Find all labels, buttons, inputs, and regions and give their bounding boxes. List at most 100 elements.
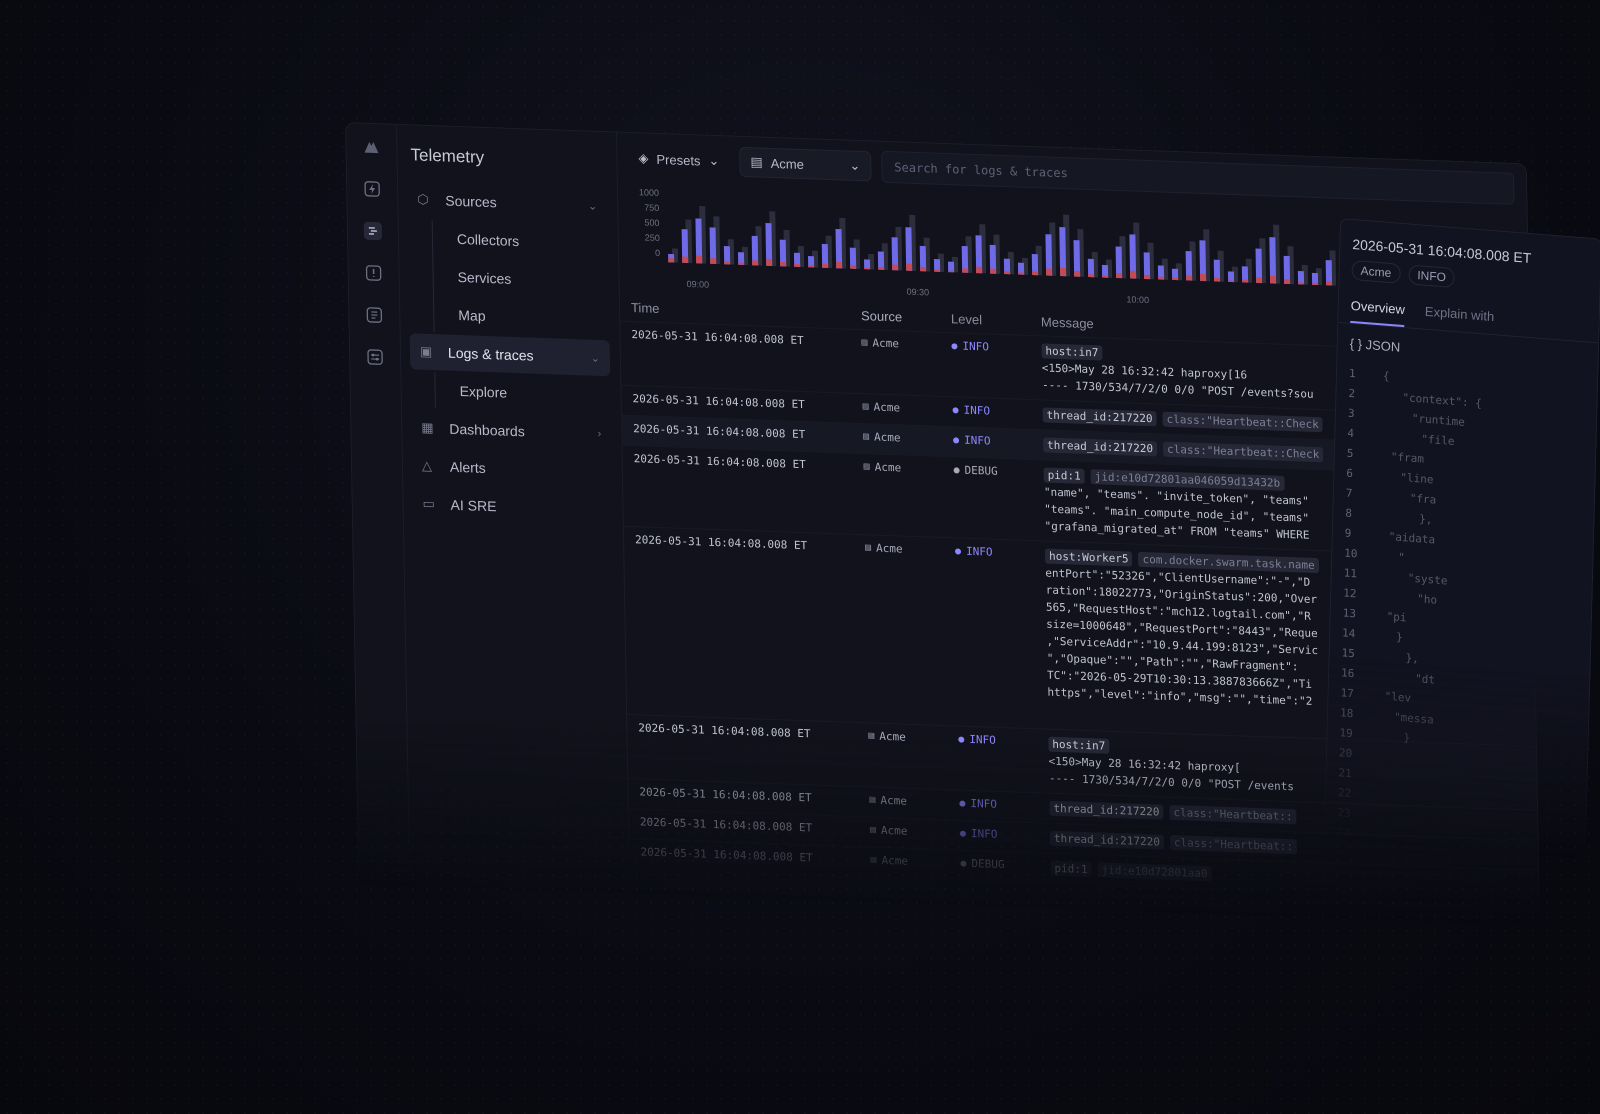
row-level-label: DEBUG xyxy=(971,857,1005,872)
error-bar[interactable] xyxy=(752,260,759,266)
error-bar[interactable] xyxy=(864,267,871,270)
error-bar[interactable] xyxy=(1199,273,1207,282)
error-bar[interactable] xyxy=(1269,275,1277,284)
message-tag[interactable]: host:in7 xyxy=(1048,736,1110,754)
error-bar[interactable] xyxy=(934,269,941,272)
x-tick-label: 09:00 xyxy=(686,278,710,290)
sidebar-item-services[interactable]: Services xyxy=(447,259,619,301)
error-bar[interactable] xyxy=(1298,282,1305,285)
error-bar[interactable] xyxy=(1214,277,1221,282)
source-select[interactable]: ▤ Acme ⌄ xyxy=(739,146,872,182)
row-time: 2026-05-31 16:04:08.008 ET xyxy=(633,452,806,472)
sidebar-item-map[interactable]: Map xyxy=(448,297,620,339)
line-number: 20 xyxy=(1338,745,1353,760)
logs-icon[interactable] xyxy=(363,221,383,241)
message-tag[interactable]: thread_id:217220 xyxy=(1042,437,1158,457)
error-bar[interactable] xyxy=(808,265,815,268)
error-bar[interactable] xyxy=(1088,274,1095,278)
sidebar-item-alerts[interactable]: △ Alerts xyxy=(412,447,613,490)
sidebar-item-collectors[interactable]: Collectors xyxy=(447,221,619,263)
presets-button[interactable]: ◈ Presets ⌄ xyxy=(628,144,729,176)
error-bar[interactable] xyxy=(906,263,913,271)
alert-icon[interactable] xyxy=(364,264,382,283)
error-bar[interactable] xyxy=(1228,280,1235,283)
message-tag[interactable]: jid:e10d72801aa0 xyxy=(1097,862,1212,882)
error-bar[interactable] xyxy=(1326,281,1333,286)
message-tag[interactable]: host:in7 xyxy=(1041,343,1103,361)
error-bar[interactable] xyxy=(766,258,773,266)
lightning-icon[interactable] xyxy=(363,180,381,199)
error-bar[interactable] xyxy=(1004,271,1011,275)
code-text: "file xyxy=(1421,431,1455,448)
error-bar[interactable] xyxy=(1284,278,1291,285)
sidebar-item-explore[interactable]: Explore xyxy=(449,373,621,415)
error-bar[interactable] xyxy=(1032,271,1039,276)
sidebar-item-sources[interactable]: ⬡ Sources ⌄ xyxy=(407,181,608,224)
error-bar[interactable] xyxy=(962,268,969,273)
error-bar[interactable] xyxy=(892,264,899,271)
sidebar-item-dashboards[interactable]: ▦ Dashboards › xyxy=(411,409,612,452)
message-tag[interactable]: thread_id:217220 xyxy=(1049,800,1164,820)
settings-sliders-icon[interactable] xyxy=(366,348,384,367)
sidebar: Telemetry ⬡ Sources ⌄ Collectors Service… xyxy=(396,124,631,894)
error-bar[interactable] xyxy=(1256,277,1263,284)
logo-icon[interactable] xyxy=(362,138,380,157)
tab-explain[interactable]: Explain with xyxy=(1424,304,1495,334)
error-bar[interactable] xyxy=(780,262,787,267)
error-bar[interactable] xyxy=(850,265,857,269)
error-bar[interactable] xyxy=(738,262,745,265)
error-bar[interactable] xyxy=(1059,267,1067,277)
message-tag[interactable]: pid:1 xyxy=(1043,467,1085,484)
error-bar[interactable] xyxy=(990,268,997,274)
error-bar[interactable] xyxy=(696,255,703,264)
error-bar[interactable] xyxy=(920,266,927,272)
error-bar[interactable] xyxy=(1116,273,1123,279)
sidebar-item-ai-sre[interactable]: ▭ AI SRE xyxy=(412,485,613,528)
level-dot-icon xyxy=(959,800,966,807)
error-bar[interactable] xyxy=(794,263,801,267)
message-tag[interactable]: class:"Heartbeat::Check xyxy=(1162,411,1323,433)
column-header-source[interactable]: Source xyxy=(861,308,951,326)
error-bar[interactable] xyxy=(1172,277,1179,281)
error-bar[interactable] xyxy=(1018,272,1025,275)
sidebar-item-logs-traces[interactable]: ▣ Logs & traces ⌄ xyxy=(409,333,611,377)
error-bar[interactable] xyxy=(682,256,689,264)
message-tag[interactable]: thread_id:217220 xyxy=(1049,830,1165,850)
error-bar[interactable] xyxy=(724,261,731,265)
line-number: 19 xyxy=(1339,725,1353,740)
detail-level-chip[interactable]: INFO xyxy=(1408,264,1456,289)
error-bar[interactable] xyxy=(1102,275,1109,278)
column-header-level[interactable]: Level xyxy=(951,311,1041,329)
error-bar[interactable] xyxy=(1046,268,1053,276)
error-bar[interactable] xyxy=(1144,274,1151,280)
error-bar[interactable] xyxy=(1186,275,1193,281)
info-bar[interactable] xyxy=(947,261,955,273)
detail-source-chip[interactable]: Acme xyxy=(1351,259,1401,284)
error-bar[interactable] xyxy=(710,258,717,264)
error-bar[interactable] xyxy=(948,270,955,273)
error-bar[interactable] xyxy=(1074,270,1081,277)
error-bar[interactable] xyxy=(1312,282,1319,286)
message-tag[interactable]: class:"Heartbeat:: xyxy=(1169,804,1297,825)
message-tag[interactable]: host:Worker5 xyxy=(1044,548,1133,567)
message-tag[interactable]: pid:1 xyxy=(1050,860,1092,878)
error-bar[interactable] xyxy=(1242,279,1249,283)
document-icon[interactable] xyxy=(365,306,383,325)
error-bar[interactable] xyxy=(976,266,983,274)
row-source-label: Acme xyxy=(874,460,902,475)
tab-overview[interactable]: Overview xyxy=(1350,297,1406,328)
info-bar[interactable] xyxy=(1227,271,1235,283)
error-bar[interactable] xyxy=(1158,276,1165,280)
row-level-label: INFO xyxy=(965,544,993,559)
error-bar[interactable] xyxy=(878,266,885,270)
message-tag[interactable]: class:"Heartbeat:: xyxy=(1169,834,1298,855)
error-bar[interactable] xyxy=(822,263,829,268)
error-bar[interactable] xyxy=(1129,270,1137,279)
column-header-time[interactable]: Time xyxy=(631,300,861,323)
error-bar[interactable] xyxy=(836,261,843,269)
dashboard-icon: ▦ xyxy=(421,419,434,436)
code-text: " xyxy=(1398,550,1406,564)
message-tag[interactable]: class:"Heartbeat::Check xyxy=(1162,441,1324,463)
error-bar[interactable] xyxy=(668,258,675,263)
message-tag[interactable]: thread_id:217220 xyxy=(1042,407,1157,427)
